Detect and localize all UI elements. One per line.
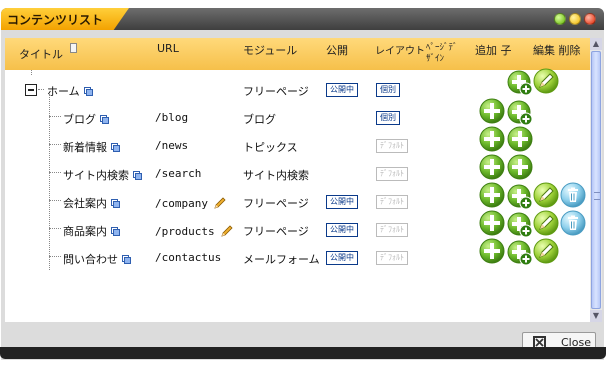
row-module: サイト内検索: [243, 169, 309, 182]
row-title[interactable]: サイト内検索: [63, 167, 142, 183]
layout-badge[interactable]: 個別: [376, 111, 400, 125]
row-title[interactable]: 会社案内: [63, 195, 120, 211]
header-layout: レイアウト: [375, 46, 425, 57]
add-icon[interactable]: [479, 238, 505, 264]
header-module: モジュール: [243, 44, 298, 57]
layout-badge[interactable]: 個別: [376, 83, 400, 97]
public-badge[interactable]: 公開中: [326, 223, 358, 237]
row-url: /blog: [155, 111, 189, 124]
edit-icon[interactable]: [533, 182, 559, 208]
header-title: タイトル: [19, 48, 63, 61]
content-table: タイトル URL モジュール 公開 レイアウト ﾍﾟｰｼﾞﾃﾞ ｻﾞｲﾝ 追加 …: [5, 38, 590, 322]
grip-icon: [594, 192, 600, 200]
layout-badge[interactable]: ﾃﾞﾌｫﾙﾄ: [376, 139, 408, 153]
row-module: フリーページ: [243, 197, 309, 210]
add-child-icon[interactable]: [507, 100, 533, 126]
row-title[interactable]: ホーム: [47, 83, 93, 99]
vertical-scrollbar[interactable]: ▲ ▼: [590, 38, 602, 322]
row-module: ブログ: [243, 113, 276, 126]
add-icon[interactable]: [479, 154, 505, 180]
add-icon[interactable]: [507, 154, 533, 180]
row-url: /company: [155, 195, 226, 210]
edit-icon[interactable]: [533, 238, 559, 264]
row-title[interactable]: 新着情報: [63, 139, 120, 155]
row-module: メールフォーム: [243, 253, 320, 266]
row-title[interactable]: ブログ: [63, 111, 109, 127]
add-icon[interactable]: [479, 210, 505, 236]
note-icon: [70, 43, 77, 53]
layout-badge[interactable]: ﾃﾞﾌｫﾙﾄ: [376, 195, 408, 209]
add-icon[interactable]: [479, 98, 505, 124]
header-url: URL: [157, 42, 179, 55]
maximize-icon[interactable]: [554, 13, 566, 25]
row-module: トピックス: [243, 141, 298, 154]
scroll-down-icon[interactable]: ▼: [590, 310, 602, 322]
scroll-thumb[interactable]: [591, 51, 601, 309]
add-child-icon[interactable]: [507, 240, 533, 266]
row-module: フリーページ: [243, 225, 309, 238]
copy-icon[interactable]: [133, 171, 142, 180]
copy-icon[interactable]: [111, 143, 120, 152]
header-add-child: 追加 子: [475, 44, 512, 57]
window-bottom-edge: [0, 347, 606, 359]
title-bar[interactable]: コンテンツリスト: [1, 8, 604, 30]
pencil-icon[interactable]: [221, 225, 233, 237]
tree-line: [38, 89, 44, 90]
add-icon[interactable]: [507, 126, 533, 152]
add-icon[interactable]: [479, 126, 505, 152]
trash-icon[interactable]: [560, 182, 586, 208]
tree-line: [31, 70, 32, 75]
copy-icon[interactable]: [100, 115, 109, 124]
row-url: /news: [155, 139, 189, 152]
public-badge[interactable]: 公開中: [326, 83, 358, 97]
trash-icon[interactable]: [560, 210, 586, 236]
collapse-icon[interactable]: [25, 84, 37, 96]
header-page-design-2: ｻﾞｲﾝ: [426, 54, 445, 64]
row-title[interactable]: 商品案内: [63, 223, 120, 239]
public-badge[interactable]: 公開中: [326, 251, 358, 265]
table-row[interactable]: 問い合わせ /contactus メールフォーム 公開中 ﾃﾞﾌｫﾙﾄ: [5, 244, 590, 272]
row-url: /search: [155, 167, 202, 180]
row-url: /products: [155, 223, 233, 238]
add-child-icon[interactable]: [507, 212, 533, 238]
add-icon[interactable]: [479, 182, 505, 208]
add-child-icon[interactable]: [507, 70, 533, 96]
table-header: タイトル URL モジュール 公開 レイアウト ﾍﾟｰｼﾞﾃﾞ ｻﾞｲﾝ 追加 …: [5, 38, 590, 70]
window-title: コンテンツリスト: [7, 13, 104, 27]
edit-icon[interactable]: [533, 210, 559, 236]
scroll-up-icon[interactable]: ▲: [590, 38, 602, 50]
copy-icon[interactable]: [84, 87, 93, 96]
content-list-window: コンテンツリスト タイトル URL モジュール 公開 レイアウト ﾍﾟｰｼﾞﾃﾞ…: [1, 8, 604, 360]
pencil-icon[interactable]: [214, 197, 226, 209]
layout-badge[interactable]: ﾃﾞﾌｫﾙﾄ: [376, 167, 408, 181]
copy-icon[interactable]: [111, 227, 120, 236]
row-module: フリーページ: [243, 85, 309, 98]
edit-icon[interactable]: [533, 68, 559, 94]
copy-icon[interactable]: [111, 199, 120, 208]
add-child-icon[interactable]: [507, 184, 533, 210]
layout-badge[interactable]: ﾃﾞﾌｫﾙﾄ: [376, 223, 408, 237]
header-edit-delete: 編集 削除: [533, 44, 581, 57]
public-badge[interactable]: 公開中: [326, 195, 358, 209]
copy-icon[interactable]: [122, 255, 131, 264]
row-url: /contactus: [155, 251, 222, 264]
close-window-icon[interactable]: [584, 13, 596, 25]
layout-badge[interactable]: ﾃﾞﾌｫﾙﾄ: [376, 251, 408, 265]
row-title[interactable]: 問い合わせ: [63, 251, 131, 267]
header-public: 公開: [326, 44, 348, 57]
window-controls: [554, 13, 596, 25]
minimize-icon[interactable]: [569, 13, 581, 25]
